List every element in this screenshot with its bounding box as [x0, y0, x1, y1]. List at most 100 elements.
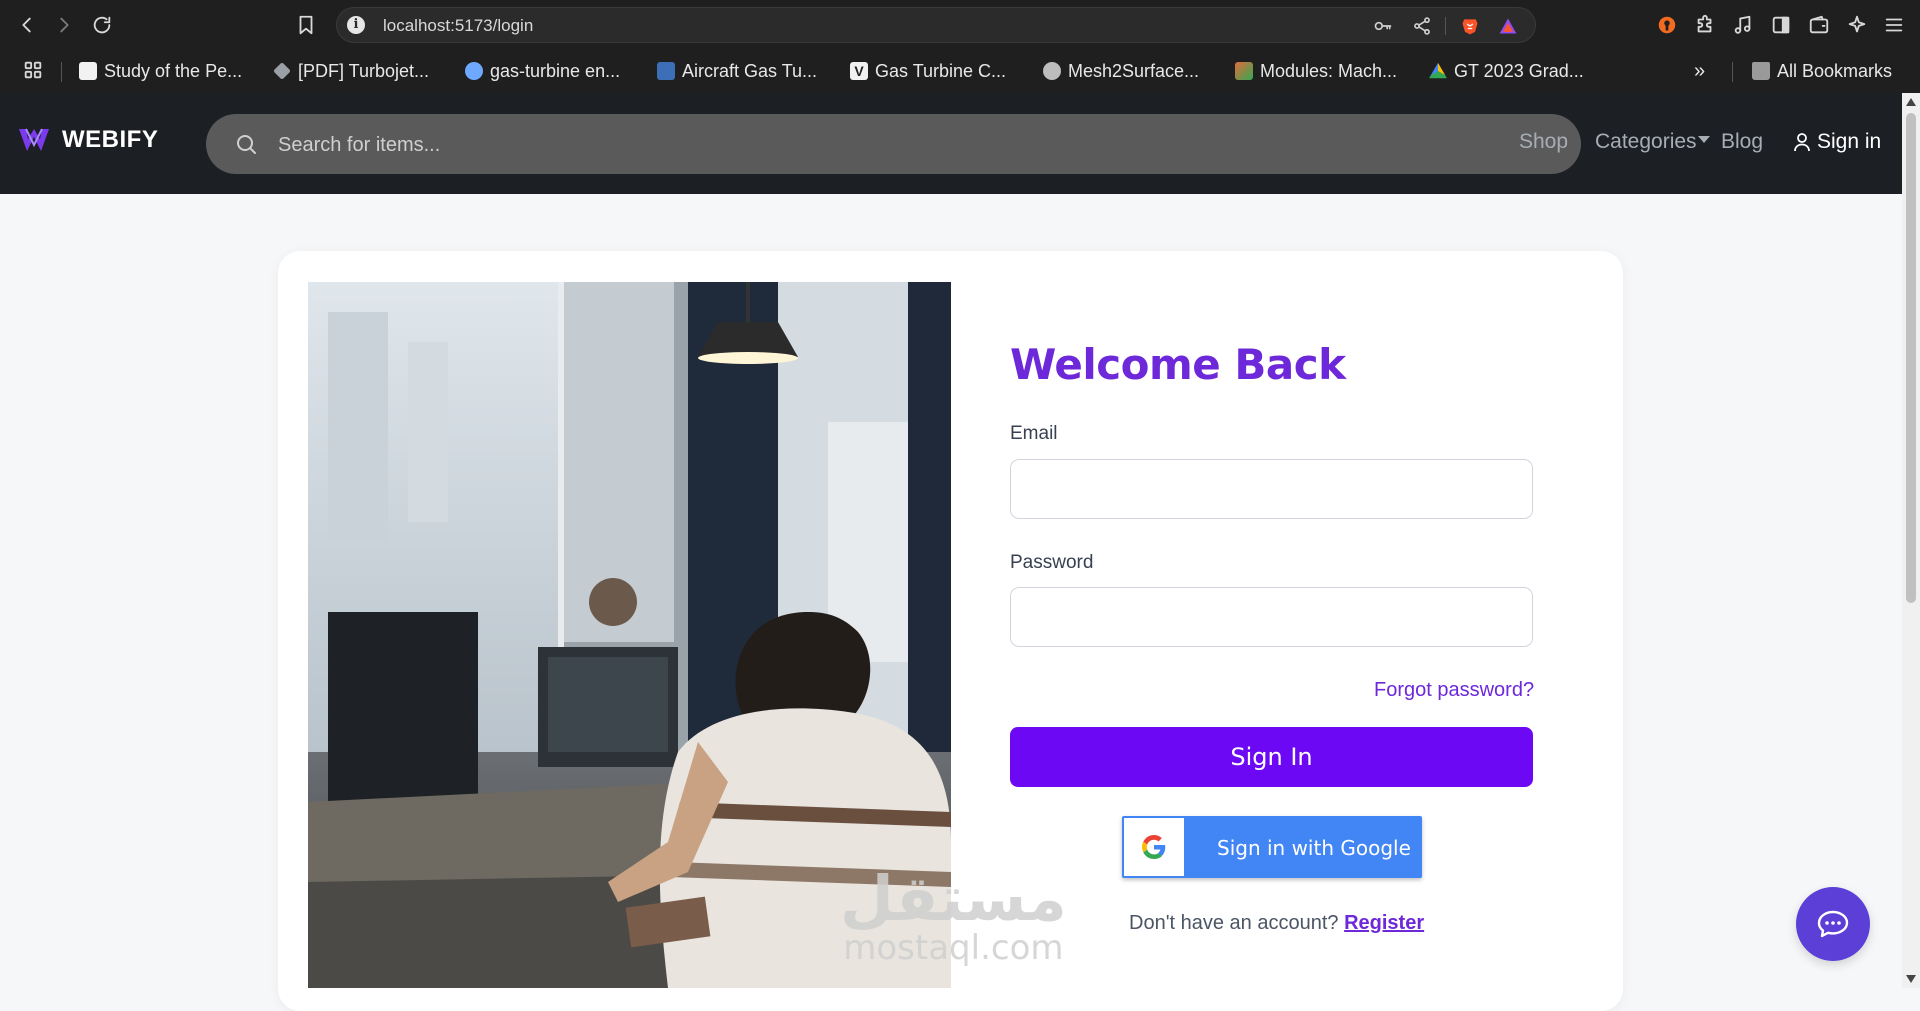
sidebar-icon	[1772, 16, 1790, 34]
reload-button[interactable]	[87, 10, 117, 40]
modules-favicon-icon	[1235, 62, 1253, 80]
bookmark-label: gas-turbine en...	[490, 60, 621, 81]
bookmark-item[interactable]: gas-turbine en...	[465, 58, 620, 84]
bookmark-label: GT 2023 Grad...	[1454, 60, 1584, 81]
bookmark-label: [PDF] Turbojet...	[298, 60, 430, 81]
no-account-text: Don't have an account?	[1129, 912, 1339, 934]
extensions-button[interactable]	[1692, 12, 1718, 38]
bookmark-item[interactable]: GT 2023 Grad...	[1429, 58, 1584, 84]
caret-down-icon	[1697, 135, 1710, 143]
share-icon	[1414, 17, 1430, 35]
bookmark-label: Modules: Mach...	[1260, 60, 1398, 81]
bookmark-label: Gas Turbine C...	[875, 60, 1007, 81]
leo-ai-button[interactable]	[1844, 12, 1870, 38]
bookmark-label: Mesh2Surface...	[1068, 60, 1200, 81]
wallet-icon	[1809, 15, 1829, 34]
bookmarks-overflow-button[interactable]: »	[1694, 58, 1705, 84]
site-header: WEBIFY Shop Categories Blog Sign in	[0, 93, 1902, 194]
mountain-favicon-icon	[657, 62, 675, 80]
bookmark-label: Aircraft Gas Tu...	[682, 60, 818, 81]
google-button-label: Sign in with Google	[1217, 836, 1411, 860]
bookmark-item[interactable]: Modules: Mach...	[1235, 58, 1397, 84]
apps-button[interactable]	[20, 57, 46, 83]
brave-rewards-button[interactable]	[1495, 13, 1521, 39]
bookmarks-divider	[61, 62, 62, 82]
bookmark-item[interactable]: Study of the Pe...	[79, 58, 242, 84]
nav-categories-label: Categories	[1595, 130, 1697, 153]
nav-shop-link[interactable]: Shop	[1519, 130, 1568, 154]
nav-categories-dropdown[interactable]: Categories	[1595, 130, 1710, 154]
brand-name: WEBIFY	[62, 126, 159, 153]
bookmark-page-button[interactable]	[291, 10, 321, 40]
orange-extension-icon	[1658, 16, 1676, 34]
scroll-up-arrow-icon[interactable]	[1906, 98, 1916, 106]
nav-signin-link[interactable]: Sign in	[1793, 130, 1881, 154]
password-label: Password	[1010, 552, 1094, 573]
webify-logo-icon	[19, 128, 49, 151]
register-prompt: Don't have an account? Register	[1129, 912, 1424, 935]
all-bookmarks-label: All Bookmarks	[1777, 60, 1893, 81]
puzzle-icon	[1697, 14, 1712, 33]
extension-leo-button[interactable]	[1654, 12, 1680, 38]
address-divider	[1445, 17, 1446, 35]
brave-lion-icon	[1462, 19, 1478, 35]
brave-shields-button[interactable]	[1457, 13, 1483, 39]
google-sign-in-button[interactable]: Sign in with Google	[1122, 816, 1422, 878]
nav-blog-link[interactable]: Blog	[1721, 130, 1763, 154]
google-drive-favicon-icon	[1429, 62, 1447, 79]
email-field[interactable]	[1010, 459, 1533, 519]
google-g-icon	[1142, 835, 1166, 859]
forgot-password-link[interactable]: Forgot password?	[1374, 679, 1534, 702]
globe-favicon-icon	[1043, 62, 1061, 80]
password-field[interactable]	[1010, 587, 1533, 647]
bookmarks-bar: Study of the Pe... [PDF] Turbojet... gas…	[0, 50, 1920, 93]
register-link[interactable]: Register	[1344, 912, 1424, 934]
sidebar-toggle-button[interactable]	[1768, 12, 1794, 38]
watermark-arabic: مستقل	[840, 862, 1067, 935]
search-input[interactable]	[276, 128, 1380, 162]
bookmark-item[interactable]: Mesh2Surface...	[1043, 58, 1199, 84]
document-favicon-icon	[79, 62, 97, 80]
music-note-icon	[1734, 15, 1751, 34]
bookmark-item[interactable]: V Gas Turbine C...	[850, 58, 1006, 84]
overflow-chevron-icon: »	[1694, 59, 1706, 82]
chat-button[interactable]	[1796, 887, 1870, 961]
email-label: Email	[1010, 423, 1058, 444]
forward-button[interactable]	[49, 10, 79, 40]
site-info-icon[interactable]: i	[347, 16, 365, 34]
letter-v-favicon-icon: V	[850, 62, 868, 80]
google-logo-box	[1124, 818, 1184, 876]
scroll-down-arrow-icon[interactable]	[1906, 975, 1916, 983]
address-bar[interactable]: i localhost:5173/login	[336, 7, 1536, 43]
browser-chrome: i localhost:5173/login Study of the Pe..…	[0, 0, 1920, 93]
back-button[interactable]	[12, 10, 42, 40]
url-text[interactable]: localhost:5173/login	[383, 16, 533, 36]
chevron-left-icon	[22, 17, 31, 33]
brand-logo[interactable]: WEBIFY	[18, 126, 158, 154]
apps-grid-icon	[24, 61, 42, 79]
watermark-latin: mostaql.com	[843, 928, 1064, 968]
hamburger-menu-icon	[1885, 18, 1903, 32]
nav-signin-label: Sign in	[1817, 130, 1882, 153]
wallet-button[interactable]	[1806, 12, 1832, 38]
bookmark-item[interactable]: [PDF] Turbojet...	[273, 58, 429, 84]
all-bookmarks-button[interactable]: All Bookmarks	[1752, 58, 1892, 84]
rewards-triangle-icon	[1499, 18, 1517, 34]
page-scrollbar[interactable]	[1902, 93, 1920, 988]
scrollbar-thumb[interactable]	[1906, 113, 1916, 603]
bookmark-label: Study of the Pe...	[104, 60, 243, 81]
chevron-right-icon	[60, 17, 69, 33]
sign-in-button[interactable]: Sign In	[1010, 727, 1533, 787]
search-bar	[206, 114, 1581, 174]
reload-icon	[93, 16, 111, 34]
sparkle-icon	[1848, 15, 1866, 33]
media-button[interactable]	[1730, 12, 1756, 38]
main-menu-button[interactable]	[1881, 12, 1907, 38]
diamond-favicon-icon	[273, 62, 291, 80]
bookmark-icon	[299, 15, 313, 35]
flower-favicon-icon	[465, 62, 483, 80]
password-key-button[interactable]	[1370, 13, 1396, 39]
share-button[interactable]	[1409, 13, 1435, 39]
bookmark-item[interactable]: Aircraft Gas Tu...	[657, 58, 817, 84]
mostaql-watermark: مستقل mostaql.com	[840, 862, 1067, 968]
